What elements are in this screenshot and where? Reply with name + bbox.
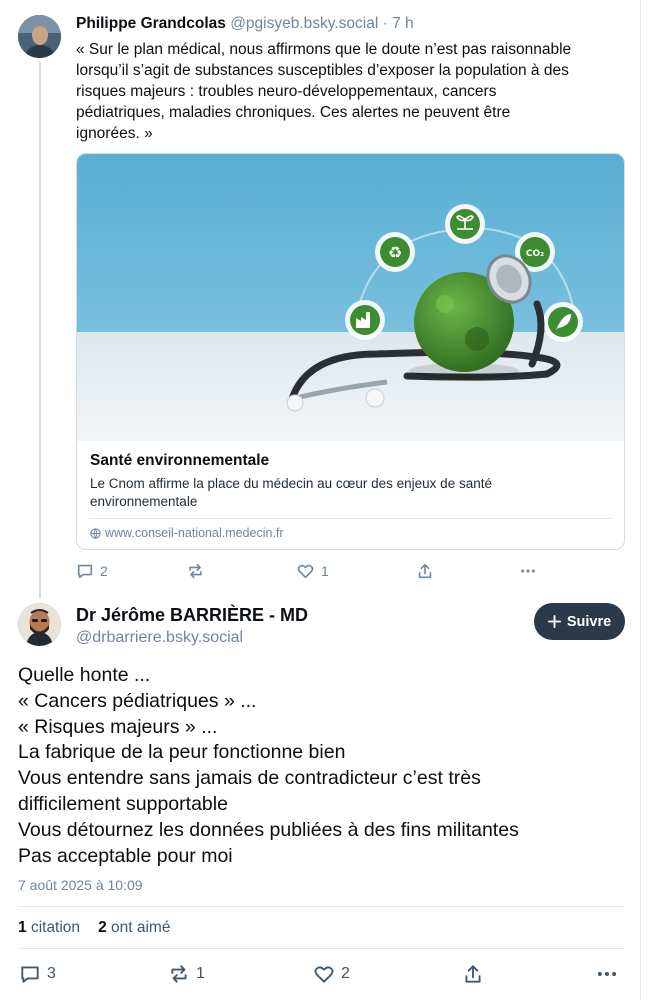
share-icon <box>418 563 432 579</box>
divider <box>18 906 625 907</box>
post-text-line: Vous détournez les données publiées à de… <box>18 818 519 841</box>
author-handle[interactable]: @drbarriere.bsky.social <box>76 628 243 648</box>
share-button[interactable] <box>462 963 484 985</box>
post-time[interactable]: 7 h <box>392 15 414 32</box>
post-text-line: « Sur le plan médical, nous affirmons qu… <box>76 41 572 58</box>
more-options-button[interactable] <box>596 963 618 985</box>
follow-button-label: Suivre <box>566 613 612 630</box>
parent-post[interactable]: Philippe Grandcolas @pgisyeb.bsky.social… <box>76 14 626 144</box>
link-preview-description-line: Le Cnom affirme la place du médecin au c… <box>90 476 492 491</box>
more-options-button[interactable] <box>518 562 538 580</box>
quotes-count: 1 <box>18 919 27 936</box>
reply-button[interactable]: 3 <box>19 963 56 985</box>
author-name[interactable]: Dr Jérôme BARRIÈRE - MD <box>76 604 308 626</box>
likes-stat[interactable]: 2 ont aimé <box>98 918 170 938</box>
share-icon <box>465 965 481 983</box>
post-text-line: lorsqu’il s’agit de substances susceptib… <box>76 62 569 79</box>
reply-count: 3 <box>47 965 56 982</box>
link-preview-description: Le Cnom affirme la place du médecin au c… <box>90 475 612 511</box>
heart-icon <box>297 564 314 579</box>
link-preview-card[interactable]: ♻ CO₂ Santé environnementale Le Cnom aff… <box>76 153 625 550</box>
post-text-line: « Risques majeurs » ... <box>18 715 218 738</box>
factory-icon <box>345 300 385 340</box>
globe-icon <box>90 527 101 539</box>
repost-button[interactable] <box>186 562 211 580</box>
more-dots-icon <box>597 972 617 976</box>
share-button[interactable] <box>416 562 434 580</box>
post-text-line: pédiatriques, maladies chroniques. Ces a… <box>76 104 511 121</box>
divider <box>18 948 625 949</box>
repost-icon <box>171 965 187 983</box>
timeline-right-border <box>640 0 641 1000</box>
link-preview-image: ♻ CO₂ <box>77 154 624 441</box>
like-count: 2 <box>341 965 350 982</box>
post-text-line: « Cancers pédiatriques » ... <box>18 689 257 712</box>
svg-text:CO₂: CO₂ <box>526 249 544 259</box>
link-preview-divider <box>90 518 612 519</box>
thread-connector-line <box>39 62 41 598</box>
repost-button[interactable]: 1 <box>168 963 205 985</box>
post-text-line: risques majeurs : troubles neuro-dévelop… <box>76 83 497 100</box>
more-dots-icon <box>521 569 535 573</box>
likes-label: ont aimé <box>111 919 171 936</box>
header-separator: · <box>382 15 388 32</box>
post-text-line: Pas acceptable pour moi <box>18 844 233 867</box>
post-timestamp[interactable]: 7 août 2025 à 10:09 <box>18 877 143 893</box>
follow-button[interactable]: Suivre <box>534 603 625 640</box>
plant-hand-icon <box>445 204 485 244</box>
post-text: « Sur le plan médical, nous affirmons qu… <box>76 39 624 144</box>
like-count: 1 <box>321 563 329 579</box>
post-text-line: difficilement supportable <box>18 792 228 815</box>
reply-count: 2 <box>100 563 108 579</box>
engagement-stats: 1 citation 2 ont aimé <box>18 918 170 938</box>
svg-text:♻: ♻ <box>388 243 402 262</box>
link-preview-description-line: environnementale <box>90 494 198 509</box>
repost-count: 1 <box>196 965 205 982</box>
post-text-line: La fabrique de la peur fonctionne bien <box>18 741 346 764</box>
link-preview-body: Santé environnementale Le Cnom affirme l… <box>90 451 612 511</box>
repost-icon <box>189 563 202 579</box>
likes-count: 2 <box>98 919 107 936</box>
reply-icon <box>77 564 93 579</box>
leaf-icon <box>543 302 583 342</box>
post-header: Philippe Grandcolas @pgisyeb.bsky.social… <box>76 14 626 34</box>
post-text: Quelle honte ... « Cancers pédiatriques … <box>18 663 618 869</box>
link-preview-domain-text: www.conseil-national.medecin.fr <box>105 526 284 540</box>
reply-icon <box>21 966 39 983</box>
avatar[interactable] <box>18 15 61 58</box>
plus-icon <box>547 615 561 628</box>
recycle-icon: ♻ <box>375 232 415 272</box>
link-preview-domain: www.conseil-national.medecin.fr <box>90 525 284 541</box>
reply-button[interactable]: 2 <box>76 562 108 580</box>
post-text-line: Quelle honte ... <box>18 664 151 686</box>
like-button[interactable]: 2 <box>313 963 350 985</box>
post-text-line: ignorées. » <box>76 125 153 142</box>
like-button[interactable]: 1 <box>296 562 329 580</box>
quotes-stat[interactable]: 1 citation <box>18 918 80 938</box>
quotes-label: citation <box>30 919 81 936</box>
author-handle[interactable]: @pgisyeb.bsky.social <box>230 15 378 32</box>
avatar[interactable] <box>18 603 61 646</box>
post-text-line: Vous entendre sans jamais de contradicte… <box>18 767 481 790</box>
link-preview-title: Santé environnementale <box>90 452 270 469</box>
author-name[interactable]: Philippe Grandcolas <box>76 15 226 32</box>
heart-icon <box>314 966 334 983</box>
